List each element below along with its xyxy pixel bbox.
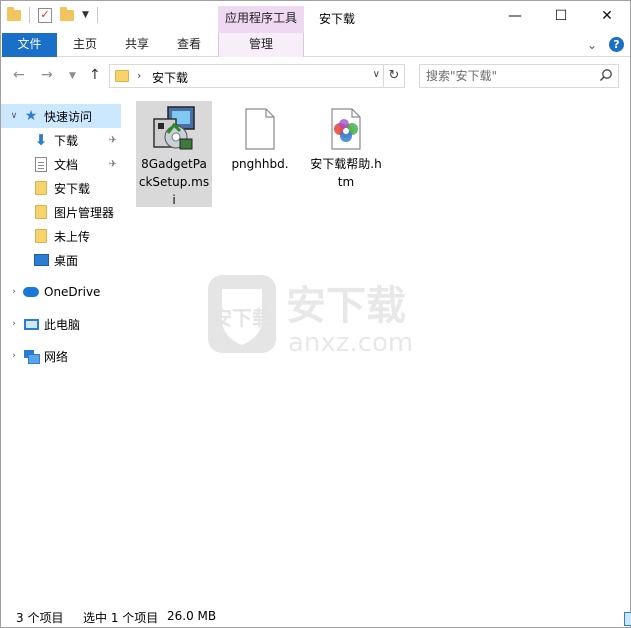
folder-icon <box>35 181 47 195</box>
nav-item-image-manager[interactable]: 图片管理器 <box>1 200 121 224</box>
chevron-right-icon[interactable]: › <box>7 287 21 297</box>
tab-file[interactable]: 文件 <box>2 33 57 57</box>
file-item-help-htm[interactable]: 安下载帮助.htm <box>308 101 384 207</box>
nav-item-label: 网络 <box>44 349 69 364</box>
cloud-icon <box>23 287 39 297</box>
navigation-pane: ∨ ★ 快速访问 ⬇ 下载 ✈ 文档 ✈ 安下载 图片管理器 未上传 桌面 › … <box>1 97 121 597</box>
new-folder-icon[interactable] <box>60 6 74 21</box>
folder-icon <box>7 6 21 21</box>
window-title: 安下载 <box>319 12 356 26</box>
nav-item-label: 快速访问 <box>44 109 93 124</box>
customize-toolbar-icon[interactable]: ▼ <box>82 10 89 20</box>
folder-icon <box>115 70 129 82</box>
toolbar-divider <box>29 7 30 23</box>
title-bar: ✓ ▼ 应用程序工具 安下载 — ☐ ✕ <box>1 1 630 33</box>
folder-icon <box>35 229 47 243</box>
navigation-bar: ← → ▼ ↑ › 安下载 ∨ ↻ <box>1 58 630 94</box>
tab-view[interactable]: 查看 <box>163 33 215 57</box>
desktop-icon <box>33 254 49 266</box>
nav-item-documents[interactable]: 文档 ✈ <box>1 152 121 176</box>
nav-item-label: 图片管理器 <box>54 205 115 220</box>
file-name: 8GadgetPackSetup.msi <box>138 157 210 207</box>
chevron-right-icon[interactable]: › <box>7 319 21 329</box>
nav-item-label: 下载 <box>54 133 79 148</box>
nav-item-this-pc[interactable]: › 此电脑 <box>1 312 121 336</box>
watermark-logo: 安下载 安下载 anxz.com <box>208 275 413 358</box>
maximize-button[interactable]: ☐ <box>538 1 584 31</box>
properties-icon[interactable]: ✓ <box>38 7 52 23</box>
back-icon[interactable]: ← <box>13 67 25 83</box>
address-bar[interactable]: › 安下载 ∨ ↻ <box>109 64 405 88</box>
item-count: 3 个项目 <box>16 611 64 625</box>
msi-installer-icon <box>153 106 195 150</box>
nav-item-onedrive[interactable]: › OneDrive <box>1 280 121 304</box>
blank-file-icon <box>245 108 275 150</box>
nav-item-quick-access[interactable]: ∨ ★ 快速访问 <box>1 104 121 128</box>
nav-item-downloads[interactable]: ⬇ 下载 ✈ <box>1 128 121 152</box>
network-icon <box>23 350 40 364</box>
watermark-domain: anxz.com <box>288 328 413 358</box>
search-icon[interactable] <box>599 68 613 82</box>
forward-icon[interactable]: → <box>41 67 53 83</box>
file-item-msi[interactable]: 8GadgetPackSetup.msi <box>136 101 212 207</box>
nav-item-anxiazai[interactable]: 安下载 <box>1 176 121 200</box>
selection-size: 26.0 MB <box>167 609 217 623</box>
toolbar-divider <box>96 7 98 23</box>
file-name: 安下载帮助.htm <box>310 157 382 189</box>
file-item-pnghhbd[interactable]: pnghhbd. <box>222 101 298 207</box>
tab-share[interactable]: 共享 <box>111 33 163 57</box>
address-dropdown-icon[interactable]: ∨ <box>373 69 380 80</box>
recent-locations-icon[interactable]: ▼ <box>69 71 76 81</box>
nav-item-desktop[interactable]: 桌面 <box>1 248 121 272</box>
computer-icon <box>23 318 39 330</box>
selection-count: 选中 1 个项目 <box>83 611 159 625</box>
chevron-right-icon[interactable]: › <box>7 351 21 361</box>
refresh-icon[interactable]: ↻ <box>383 65 404 87</box>
nav-item-label: 未上传 <box>54 229 91 244</box>
file-name: pnghhbd. <box>231 157 289 171</box>
nav-item-network[interactable]: › 网络 <box>1 344 121 368</box>
breadcrumb-chevron-icon[interactable]: › <box>137 69 141 82</box>
explorer-window: ✓ ▼ 应用程序工具 安下载 — ☐ ✕ 文件 主页 共享 查看 管理 ⌄ ? … <box>0 0 631 628</box>
status-bar: 3 个项目 选中 1 个项目 26.0 MB <box>1 605 631 627</box>
nav-item-label: 安下载 <box>54 181 91 196</box>
htm-file-icon <box>331 108 361 150</box>
pin-icon: ✈ <box>108 134 117 146</box>
ribbon-tabs: 文件 主页 共享 查看 管理 ⌄ ? <box>1 33 630 57</box>
search-input[interactable] <box>426 68 596 84</box>
folder-icon <box>35 205 47 219</box>
nav-item-label: OneDrive <box>44 285 101 299</box>
quick-access-toolbar: ✓ ▼ <box>7 6 98 23</box>
contextual-tab-group-label: 应用程序工具 <box>218 6 304 33</box>
search-box[interactable] <box>419 64 619 88</box>
nav-item-label: 桌面 <box>54 253 79 268</box>
star-icon: ★ <box>24 108 38 124</box>
large-icons-view-icon[interactable] <box>624 612 631 626</box>
download-icon: ⬇ <box>34 131 48 149</box>
nav-item-label: 文档 <box>54 157 79 172</box>
nav-item-not-uploaded[interactable]: 未上传 <box>1 224 121 248</box>
pin-icon: ✈ <box>108 158 117 170</box>
help-icon[interactable]: ? <box>609 37 624 52</box>
up-icon[interactable]: ↑ <box>89 67 101 83</box>
watermark-mark-text: 安下载 <box>212 306 272 330</box>
minimize-button[interactable]: — <box>492 1 538 31</box>
chevron-down-icon[interactable]: ∨ <box>7 111 21 121</box>
ribbon-expand-icon[interactable]: ⌄ <box>587 38 597 52</box>
breadcrumb[interactable]: 安下载 <box>152 69 188 86</box>
nav-item-label: 此电脑 <box>44 317 81 332</box>
tab-manage[interactable]: 管理 <box>218 33 304 57</box>
watermark-title: 安下载 <box>286 283 406 329</box>
document-icon <box>35 156 47 172</box>
close-button[interactable]: ✕ <box>584 1 630 31</box>
tab-home[interactable]: 主页 <box>59 33 111 57</box>
